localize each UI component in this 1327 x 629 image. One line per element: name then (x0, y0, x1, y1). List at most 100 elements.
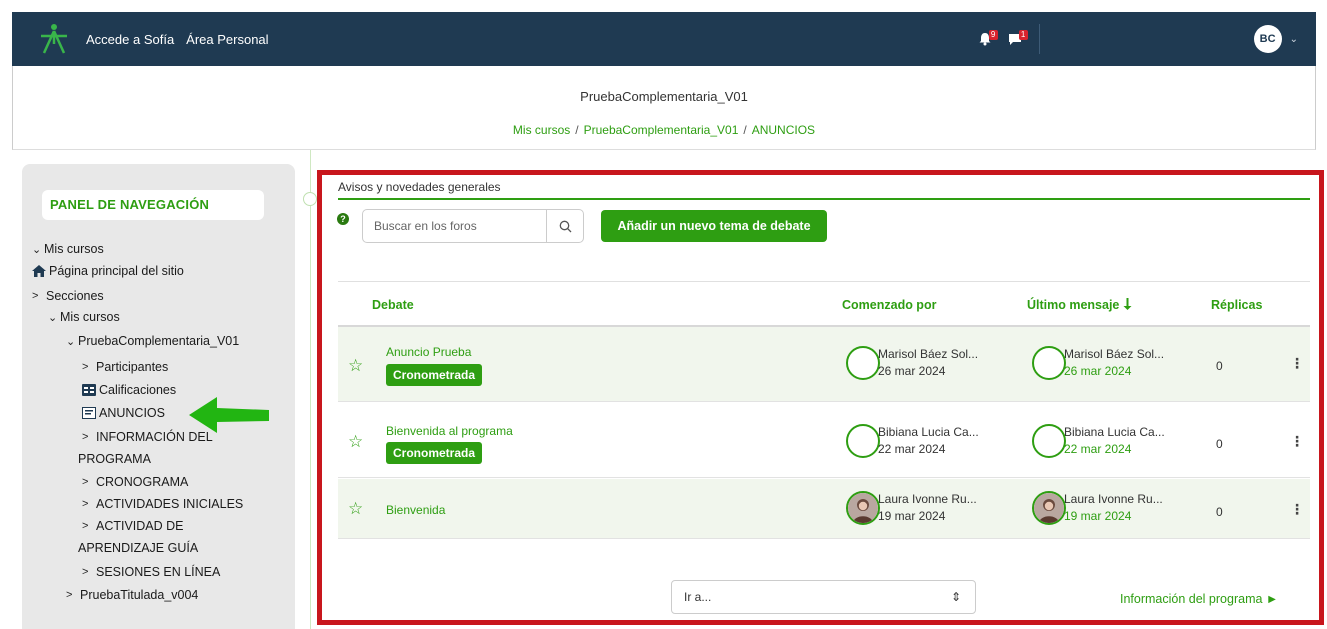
chevron-down-icon: ⌄ (66, 335, 76, 348)
author-date: 19 mar 2024 (878, 509, 946, 523)
messages-badge: 1 (1018, 30, 1028, 40)
navbar-divider (1038, 24, 1040, 54)
author-date: 22 mar 2024 (878, 442, 946, 456)
search-icon (559, 220, 571, 232)
discussion-subject-link[interactable]: Anuncio Prueba (386, 345, 471, 359)
avatar[interactable] (1032, 491, 1066, 525)
chevron-right-icon: > (82, 476, 89, 488)
column-header-started-by[interactable]: Comenzado por (842, 298, 936, 312)
select-arrows-icon: ⇕ (950, 590, 961, 604)
user-avatar[interactable]: BC (1253, 25, 1282, 53)
nav-participantes[interactable]: > Participantes (82, 360, 168, 374)
forum-icon (82, 407, 96, 419)
table-top-border (338, 281, 1310, 282)
author-name[interactable]: Bibiana Lucia Ca... (878, 424, 979, 441)
nav-mis-cursos-sub[interactable]: ⌄ Mis cursos (48, 310, 120, 324)
breadcrumb-anuncios[interactable]: ANUNCIOS (752, 123, 815, 137)
star-icon[interactable]: ☆ (348, 356, 363, 376)
column-header-replies[interactable]: Réplicas (1211, 298, 1262, 312)
timed-badge: Cronometrada (386, 364, 483, 386)
kebab-menu-icon[interactable]: ⋮ (1290, 355, 1304, 372)
chevron-down-icon: ⌄ (32, 243, 42, 256)
star-icon[interactable]: ☆ (348, 499, 363, 519)
table-row[interactable]: ☆ Bienvenida al programa Cronometrada Bi… (338, 403, 1310, 478)
chevron-right-icon: > (66, 589, 73, 601)
last-post-date-link[interactable]: 19 mar 2024 (1064, 508, 1163, 525)
search-button[interactable] (546, 210, 583, 242)
nav-prueba-titulada[interactable]: > PruebaTitulada_v004 (66, 588, 198, 602)
jump-to-select[interactable]: Ir a... ⇕ (671, 580, 976, 614)
chevron-down-icon: ⌄ (48, 311, 58, 324)
user-photo-icon (1034, 493, 1064, 523)
nav-anuncios[interactable]: ANUNCIOS (82, 406, 165, 420)
column-header-debate[interactable]: Debate (372, 298, 414, 312)
nav-actividades-iniciales[interactable]: > ACTIVIDADES INICIALES (82, 497, 243, 511)
breadcrumb-course[interactable]: PruebaComplementaria_V01 (584, 123, 739, 137)
column-header-last-post[interactable]: Último mensaje (1027, 298, 1132, 312)
section-title: Avisos y novedades generales (338, 180, 501, 194)
notifications-button[interactable]: 9 (975, 29, 998, 49)
home-icon (32, 265, 46, 277)
notifications-badge: 9 (988, 30, 998, 40)
timed-badge: Cronometrada (386, 442, 483, 464)
avatar[interactable] (846, 346, 880, 380)
avatar[interactable] (1032, 346, 1066, 380)
chevron-right-icon: > (82, 520, 89, 532)
add-discussion-button[interactable]: Añadir un nuevo tema de debate (601, 210, 827, 242)
replies-count: 0 (1216, 505, 1223, 519)
avatar[interactable] (846, 491, 880, 525)
help-icon[interactable]: ? (337, 213, 349, 225)
user-photo-icon (848, 493, 878, 523)
started-by-cell: Bibiana Lucia Ca... 22 mar 2024 (846, 424, 979, 458)
last-post-author[interactable]: Bibiana Lucia Ca... (1064, 424, 1165, 441)
star-icon[interactable]: ☆ (348, 432, 363, 452)
chevron-right-icon: > (82, 431, 89, 443)
top-navbar: Accede a Sofía Área Personal 9 1 BC ⌄ (12, 12, 1316, 66)
nav-cronograma[interactable]: > CRONOGRAMA (82, 475, 188, 489)
nav-link-area-personal[interactable]: Área Personal (186, 32, 268, 47)
last-post-author[interactable]: Laura Ivonne Ru... (1064, 491, 1163, 508)
nav-mis-cursos[interactable]: ⌄ Mis cursos (32, 242, 104, 256)
grades-table-icon (82, 384, 96, 396)
author-name[interactable]: Laura Ivonne Ru... (878, 491, 977, 508)
last-post-date-link[interactable]: 22 mar 2024 (1064, 441, 1165, 458)
avatar[interactable] (846, 424, 880, 458)
nav-secciones[interactable]: > Secciones (32, 289, 104, 303)
breadcrumb-mis-cursos[interactable]: Mis cursos (513, 123, 570, 137)
sort-down-arrow-icon (1123, 298, 1132, 310)
discussion-subject-link[interactable]: Bienvenida (386, 503, 445, 517)
last-post-cell: Marisol Báez Sol... 26 mar 2024 (1032, 346, 1164, 380)
nav-actividad-aprendizaje-cont[interactable]: APRENDIZAJE GUÍA (78, 541, 198, 555)
nav-sesiones[interactable]: > SESIONES EN LÍNEA (82, 565, 220, 579)
jump-to-label: Ir a... (684, 590, 712, 604)
nav-link-sofia[interactable]: Accede a Sofía (86, 32, 174, 47)
kebab-menu-icon[interactable]: ⋮ (1290, 433, 1304, 450)
last-post-author[interactable]: Marisol Báez Sol... (1064, 346, 1164, 363)
started-by-cell: Laura Ivonne Ru... 19 mar 2024 (846, 491, 977, 525)
table-row[interactable]: ☆ Bienvenida Laura Ivonne Ru... 19 mar 20… (338, 479, 1310, 539)
chevron-down-icon[interactable]: ⌄ (1290, 34, 1298, 45)
breadcrumb: Mis cursos / PruebaComplementaria_V01/ANUN… (512, 123, 816, 137)
nav-calificaciones[interactable]: Calificaciones (82, 383, 176, 397)
nav-course[interactable]: ⌄ PruebaComplementaria_V01 (66, 334, 239, 348)
author-date: 26 mar 2024 (878, 364, 946, 378)
kebab-menu-icon[interactable]: ⋮ (1290, 501, 1304, 518)
search-input[interactable] (363, 210, 543, 242)
chevron-right-icon: > (82, 361, 89, 373)
discussion-subject-link[interactable]: Bienvenida al programa (386, 424, 513, 438)
drawer-toggle-handle[interactable] (303, 192, 317, 206)
nav-actividad-aprendizaje[interactable]: > ACTIVIDAD DE (82, 519, 184, 533)
author-name[interactable]: Marisol Báez Sol... (878, 346, 978, 363)
last-post-cell: Laura Ivonne Ru... 19 mar 2024 (1032, 491, 1163, 525)
drawer-divider (310, 150, 311, 629)
avatar[interactable] (1032, 424, 1066, 458)
sena-logo[interactable] (36, 21, 72, 57)
next-activity-link[interactable]: Información del programa ► (1120, 592, 1278, 606)
last-post-date-link[interactable]: 26 mar 2024 (1064, 363, 1164, 380)
nav-site-home[interactable]: Página principal del sitio (32, 264, 184, 278)
messages-button[interactable]: 1 (1005, 29, 1028, 49)
page: Accede a Sofía Área Personal 9 1 BC ⌄ Pr… (0, 0, 1327, 629)
nav-informacion-cont[interactable]: PROGRAMA (78, 452, 151, 466)
drawer-title: PANEL DE NAVEGACIÓN (42, 190, 264, 220)
table-row[interactable]: ☆ Anuncio Prueba Cronometrada Marisol Bá… (338, 327, 1310, 402)
